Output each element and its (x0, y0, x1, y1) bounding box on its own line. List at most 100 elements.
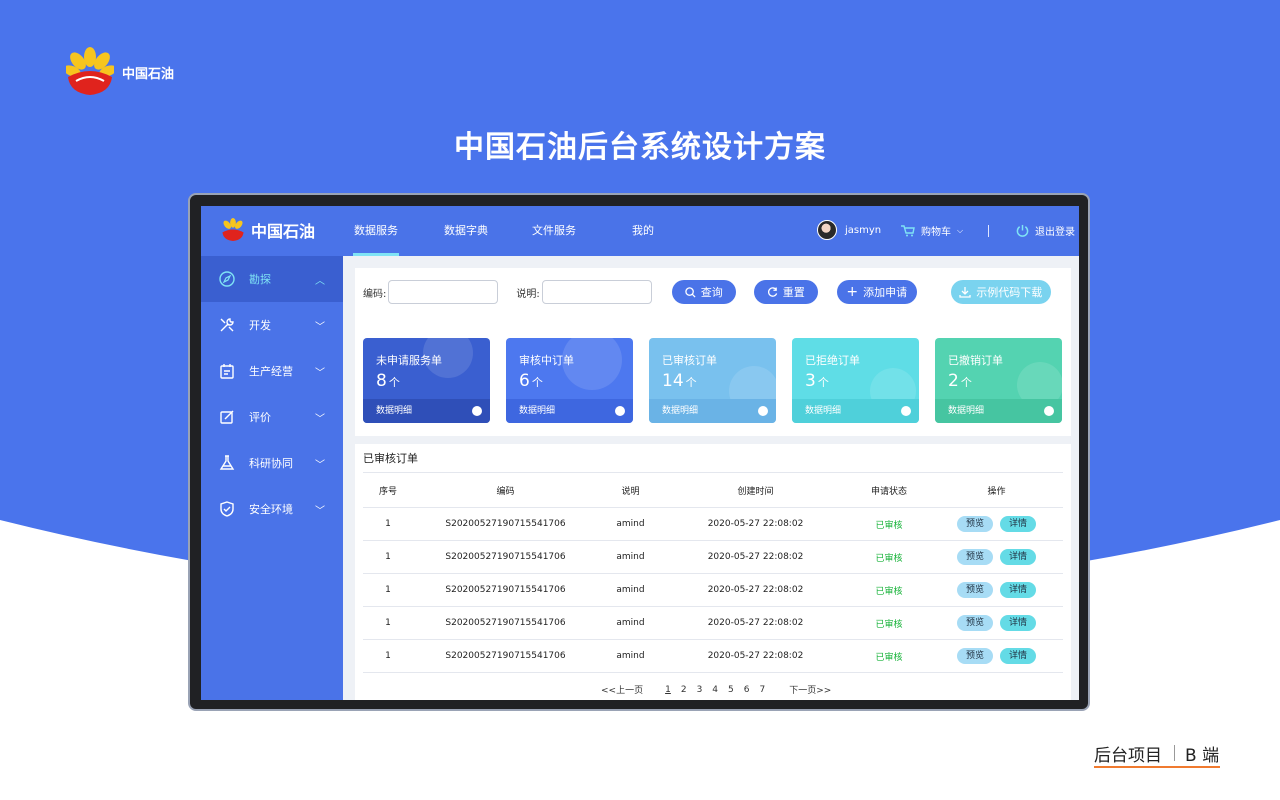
row-created: 2020-05-27 22:08:02 (707, 552, 804, 562)
table-header: 序号 编码 说明 创建时间 申请状态 操作 (363, 474, 1063, 508)
page-link-5[interactable]: 5 (728, 685, 734, 695)
download-sample-button[interactable]: 示例代码下载 (950, 280, 1051, 304)
cart-icon (901, 224, 915, 236)
download-icon (959, 287, 971, 298)
plus-icon: + (846, 284, 859, 300)
reset-button[interactable]: 重置 (753, 280, 818, 304)
next-page-link[interactable]: 下一页>> (789, 683, 831, 696)
sidebar-item-label: 开发 (249, 319, 271, 332)
stat-card-reviewing[interactable]: 审核中订单 6个 数据明细 (506, 338, 633, 423)
app-header: 中国石油 数据服务 数据字典 文件服务 我的 jasmyn 购物车 ⌵ 退出登录 (201, 206, 1079, 256)
preview-button[interactable]: 预览 (956, 615, 993, 631)
detail-button[interactable]: 详情 (1000, 516, 1037, 532)
user-name: jasmyn (845, 224, 882, 236)
sidebar-item-evaluation[interactable]: 评价 ﹀ (201, 394, 343, 440)
page-link-6[interactable]: 6 (744, 685, 750, 695)
card-count: 2个 (948, 371, 972, 391)
preview-button[interactable]: 预览 (956, 516, 993, 532)
row-status: 已审核 (875, 586, 903, 597)
logout-label: 退出登录 (1035, 227, 1075, 238)
shield-icon (220, 501, 234, 517)
query-label: 查询 (700, 286, 723, 299)
card-footer[interactable]: 数据明细 (792, 399, 919, 423)
detail-button[interactable]: 详情 (1000, 648, 1037, 664)
card-count: 3个 (805, 371, 829, 391)
page-link-1[interactable]: 1 (665, 685, 671, 695)
row-status: 已审核 (875, 652, 903, 663)
sidebar-item-label: 勘探 (249, 273, 271, 286)
row-created: 2020-05-27 22:08:02 (707, 519, 804, 529)
sidebar-item-label: 生产经营 (249, 365, 293, 378)
tab-data-service[interactable]: 数据服务 (353, 206, 399, 256)
row-index: 1 (385, 651, 391, 661)
search-icon (685, 286, 696, 298)
sidebar-item-safety[interactable]: 安全环境 ﹀ (201, 486, 343, 532)
code-input[interactable] (388, 280, 499, 304)
footer-tag: 后台项目 B 端 (1094, 740, 1220, 768)
brand-name: 中国石油 (122, 66, 175, 82)
preview-button[interactable]: 预览 (956, 582, 993, 598)
tab-file-service[interactable]: 文件服务 (531, 206, 577, 256)
app-logo[interactable]: 中国石油 (221, 218, 315, 242)
add-application-button[interactable]: + 添加申请 (836, 280, 917, 304)
preview-button[interactable]: 预览 (956, 648, 993, 664)
detail-button[interactable]: 详情 (1000, 549, 1037, 565)
sidebar-item-exploration[interactable]: 勘探 ︿ (201, 256, 343, 302)
table-row: 1 S20200527190715541706 amind 2020-05-27… (363, 541, 1063, 574)
stat-card-rejected[interactable]: 已拒绝订单 3个 数据明细 (792, 338, 919, 423)
page-link-2[interactable]: 2 (681, 685, 687, 695)
code-label: 编码: (363, 288, 387, 300)
row-created: 2020-05-27 22:08:02 (707, 618, 804, 628)
header-divider (988, 225, 989, 237)
card-footer[interactable]: 数据明细 (363, 399, 490, 423)
prev-page-link[interactable]: <<上一页 (601, 683, 643, 696)
stat-card-revoked[interactable]: 已撤销订单 2个 数据明细 (935, 338, 1062, 423)
desc-input[interactable] (541, 280, 652, 304)
column-header: 说明 (621, 487, 640, 497)
page-title: 中国石油后台系统设计方案 (454, 130, 826, 165)
card-title: 未申请服务单 (376, 354, 442, 367)
sidebar-item-label: 安全环境 (249, 503, 293, 516)
cart-button[interactable]: 购物车 ⌵ (901, 223, 963, 238)
sidebar-item-production[interactable]: 生产经营 ﹀ (201, 348, 343, 394)
row-status: 已审核 (875, 619, 903, 630)
detail-button[interactable]: 详情 (1000, 582, 1037, 598)
user-menu[interactable]: jasmyn (817, 220, 881, 240)
tab-mine[interactable]: 我的 (629, 206, 657, 256)
refresh-icon (767, 286, 777, 297)
page-link-7[interactable]: 7 (760, 685, 766, 695)
app-logo-text: 中国石油 (251, 222, 316, 241)
flask-icon (219, 455, 235, 470)
page-link-4[interactable]: 4 (712, 685, 718, 695)
row-desc: amind (616, 651, 645, 661)
chevron-down-icon: ﹀ (315, 506, 325, 517)
chevron-down-icon: ﹀ (315, 368, 325, 379)
row-index: 1 (385, 618, 391, 628)
stat-card-reviewed[interactable]: 已审核订单 14 个 数据明细 (649, 338, 776, 423)
row-created: 2020-05-27 22:08:02 (707, 585, 804, 595)
chevron-down-icon: ﹀ (315, 322, 325, 333)
card-footer[interactable]: 数据明细 (506, 399, 633, 423)
arrow-right-icon (1044, 406, 1054, 416)
table-title: 已审核订单 (363, 452, 418, 465)
tab-data-dictionary[interactable]: 数据字典 (443, 206, 489, 256)
card-title: 已撤销订单 (948, 354, 1003, 367)
card-footer[interactable]: 数据明细 (935, 399, 1062, 423)
sidebar-item-research[interactable]: 科研协同 ﹀ (201, 440, 343, 486)
preview-button[interactable]: 预览 (956, 549, 993, 565)
stat-card-unapplied[interactable]: 未申请服务单 8个 数据明细 (363, 338, 490, 423)
orders-table-panel: 已审核订单 序号 编码 说明 创建时间 申请状态 操作 1 S202005271… (355, 444, 1071, 700)
logout-button[interactable]: 退出登录 (1016, 223, 1075, 238)
card-footer[interactable]: 数据明细 (649, 399, 776, 423)
query-button[interactable]: 查询 (671, 280, 736, 304)
row-status: 已审核 (875, 553, 903, 564)
table-row: 1 S20200527190715541706 amind 2020-05-27… (363, 640, 1063, 673)
page-link-3[interactable]: 3 (697, 685, 703, 695)
detail-button[interactable]: 详情 (1000, 615, 1037, 631)
card-title: 已拒绝订单 (805, 354, 860, 367)
brand-logo: 中国石油 (66, 47, 174, 97)
sidebar-item-development[interactable]: 开发 ﹀ (201, 302, 343, 348)
card-count: 14 个 (662, 371, 697, 391)
chevron-down-icon: ⌵ (957, 225, 964, 235)
filter-panel: 编码: 说明: 查询 重置 + 添加申请 示例代码下载 未申请服务单 8 个 数… (355, 268, 1071, 436)
